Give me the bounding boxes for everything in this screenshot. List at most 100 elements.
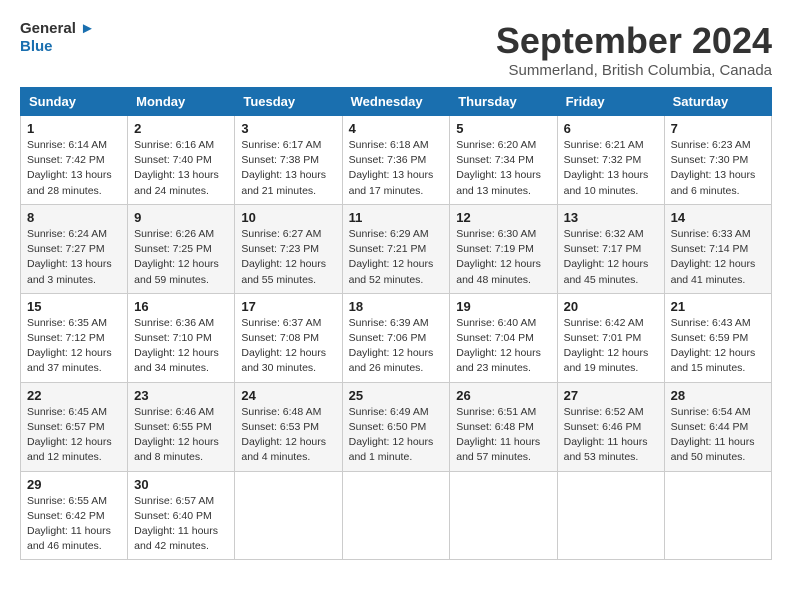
day-number: 6 xyxy=(564,121,658,136)
day-number: 22 xyxy=(27,388,121,403)
calendar-cell: 15 Sunrise: 6:35 AMSunset: 7:12 PMDayligh… xyxy=(21,293,128,382)
day-info: Sunrise: 6:20 AMSunset: 7:34 PMDaylight:… xyxy=(456,138,550,199)
day-info: Sunrise: 6:35 AMSunset: 7:12 PMDaylight:… xyxy=(27,316,121,377)
day-number: 1 xyxy=(27,121,121,136)
calendar-cell: 21 Sunrise: 6:43 AMSunset: 6:59 PMDayligh… xyxy=(664,293,771,382)
col-header-monday: Monday xyxy=(128,88,235,116)
day-info: Sunrise: 6:54 AMSunset: 6:44 PMDaylight:… xyxy=(671,405,765,466)
calendar-cell: 2 Sunrise: 6:16 AMSunset: 7:40 PMDaylight… xyxy=(128,116,235,205)
calendar-cell: 4 Sunrise: 6:18 AMSunset: 7:36 PMDaylight… xyxy=(342,116,450,205)
calendar-cell xyxy=(557,471,664,560)
calendar-table: SundayMondayTuesdayWednesdayThursdayFrid… xyxy=(20,87,772,560)
calendar-cell: 3 Sunrise: 6:17 AMSunset: 7:38 PMDaylight… xyxy=(235,116,342,205)
calendar-cell xyxy=(450,471,557,560)
calendar-cell xyxy=(235,471,342,560)
day-info: Sunrise: 6:55 AMSunset: 6:42 PMDaylight:… xyxy=(27,494,121,555)
title-block: September 2024 Summerland, British Colum… xyxy=(496,20,772,79)
day-info: Sunrise: 6:17 AMSunset: 7:38 PMDaylight:… xyxy=(241,138,335,199)
day-number: 26 xyxy=(456,388,550,403)
day-info: Sunrise: 6:37 AMSunset: 7:08 PMDaylight:… xyxy=(241,316,335,377)
calendar-cell xyxy=(664,471,771,560)
calendar-cell: 17 Sunrise: 6:37 AMSunset: 7:08 PMDayligh… xyxy=(235,293,342,382)
col-header-wednesday: Wednesday xyxy=(342,88,450,116)
day-info: Sunrise: 6:14 AMSunset: 7:42 PMDaylight:… xyxy=(27,138,121,199)
day-info: Sunrise: 6:40 AMSunset: 7:04 PMDaylight:… xyxy=(456,316,550,377)
calendar-cell: 29 Sunrise: 6:55 AMSunset: 6:42 PMDayligh… xyxy=(21,471,128,560)
col-header-thursday: Thursday xyxy=(450,88,557,116)
page-header: General ► Blue September 2024 Summerland… xyxy=(20,20,772,79)
day-info: Sunrise: 6:57 AMSunset: 6:40 PMDaylight:… xyxy=(134,494,228,555)
location-subtitle: Summerland, British Columbia, Canada xyxy=(496,62,772,79)
col-header-tuesday: Tuesday xyxy=(235,88,342,116)
calendar-cell: 20 Sunrise: 6:42 AMSunset: 7:01 PMDayligh… xyxy=(557,293,664,382)
calendar-cell: 24 Sunrise: 6:48 AMSunset: 6:53 PMDayligh… xyxy=(235,382,342,471)
calendar-cell: 1 Sunrise: 6:14 AMSunset: 7:42 PMDaylight… xyxy=(21,116,128,205)
day-number: 11 xyxy=(349,210,444,225)
calendar-cell: 14 Sunrise: 6:33 AMSunset: 7:14 PMDayligh… xyxy=(664,204,771,293)
col-header-sunday: Sunday xyxy=(21,88,128,116)
day-number: 17 xyxy=(241,299,335,314)
day-info: Sunrise: 6:16 AMSunset: 7:40 PMDaylight:… xyxy=(134,138,228,199)
calendar-cell: 16 Sunrise: 6:36 AMSunset: 7:10 PMDayligh… xyxy=(128,293,235,382)
day-number: 7 xyxy=(671,121,765,136)
calendar-cell: 28 Sunrise: 6:54 AMSunset: 6:44 PMDayligh… xyxy=(664,382,771,471)
day-number: 14 xyxy=(671,210,765,225)
day-info: Sunrise: 6:48 AMSunset: 6:53 PMDaylight:… xyxy=(241,405,335,466)
day-number: 15 xyxy=(27,299,121,314)
day-info: Sunrise: 6:26 AMSunset: 7:25 PMDaylight:… xyxy=(134,227,228,288)
calendar-cell: 11 Sunrise: 6:29 AMSunset: 7:21 PMDayligh… xyxy=(342,204,450,293)
calendar-cell: 10Sunrise: 6:27 AMSunset: 7:23 PMDayligh… xyxy=(235,204,342,293)
day-info: Sunrise: 6:21 AMSunset: 7:32 PMDaylight:… xyxy=(564,138,658,199)
day-info: Sunrise: 6:18 AMSunset: 7:36 PMDaylight:… xyxy=(349,138,444,199)
day-info: Sunrise: 6:52 AMSunset: 6:46 PMDaylight:… xyxy=(564,405,658,466)
day-info: Sunrise: 6:29 AMSunset: 7:21 PMDaylight:… xyxy=(349,227,444,288)
day-number: 12 xyxy=(456,210,550,225)
calendar-cell: 9 Sunrise: 6:26 AMSunset: 7:25 PMDaylight… xyxy=(128,204,235,293)
day-number: 5 xyxy=(456,121,550,136)
calendar-cell: 23 Sunrise: 6:46 AMSunset: 6:55 PMDayligh… xyxy=(128,382,235,471)
day-info: Sunrise: 6:42 AMSunset: 7:01 PMDaylight:… xyxy=(564,316,658,377)
calendar-cell: 5 Sunrise: 6:20 AMSunset: 7:34 PMDaylight… xyxy=(450,116,557,205)
day-number: 21 xyxy=(671,299,765,314)
calendar-cell: 8Sunrise: 6:24 AMSunset: 7:27 PMDaylight… xyxy=(21,204,128,293)
day-number: 9 xyxy=(134,210,228,225)
calendar-cell: 22 Sunrise: 6:45 AMSunset: 6:57 PMDayligh… xyxy=(21,382,128,471)
day-info: Sunrise: 6:45 AMSunset: 6:57 PMDaylight:… xyxy=(27,405,121,466)
day-info: Sunrise: 6:46 AMSunset: 6:55 PMDaylight:… xyxy=(134,405,228,466)
calendar-cell: 7Sunrise: 6:23 AMSunset: 7:30 PMDaylight… xyxy=(664,116,771,205)
logo-text: General ► Blue xyxy=(20,20,95,56)
calendar-cell: 30 Sunrise: 6:57 AMSunset: 6:40 PMDayligh… xyxy=(128,471,235,560)
day-number: 29 xyxy=(27,477,121,492)
day-info: Sunrise: 6:32 AMSunset: 7:17 PMDaylight:… xyxy=(564,227,658,288)
calendar-cell xyxy=(342,471,450,560)
day-info: Sunrise: 6:51 AMSunset: 6:48 PMDaylight:… xyxy=(456,405,550,466)
day-info: Sunrise: 6:36 AMSunset: 7:10 PMDaylight:… xyxy=(134,316,228,377)
day-info: Sunrise: 6:24 AMSunset: 7:27 PMDaylight:… xyxy=(27,227,121,288)
day-number: 3 xyxy=(241,121,335,136)
day-number: 30 xyxy=(134,477,228,492)
day-number: 25 xyxy=(349,388,444,403)
col-header-friday: Friday xyxy=(557,88,664,116)
day-info: Sunrise: 6:49 AMSunset: 6:50 PMDaylight:… xyxy=(349,405,444,466)
day-number: 4 xyxy=(349,121,444,136)
day-number: 13 xyxy=(564,210,658,225)
day-info: Sunrise: 6:43 AMSunset: 6:59 PMDaylight:… xyxy=(671,316,765,377)
day-info: Sunrise: 6:39 AMSunset: 7:06 PMDaylight:… xyxy=(349,316,444,377)
day-number: 24 xyxy=(241,388,335,403)
month-title: September 2024 xyxy=(496,20,772,62)
calendar-cell: 27 Sunrise: 6:52 AMSunset: 6:46 PMDayligh… xyxy=(557,382,664,471)
calendar-cell: 13 Sunrise: 6:32 AMSunset: 7:17 PMDayligh… xyxy=(557,204,664,293)
col-header-saturday: Saturday xyxy=(664,88,771,116)
day-info: Sunrise: 6:30 AMSunset: 7:19 PMDaylight:… xyxy=(456,227,550,288)
day-info: Sunrise: 6:33 AMSunset: 7:14 PMDaylight:… xyxy=(671,227,765,288)
day-number: 27 xyxy=(564,388,658,403)
day-number: 23 xyxy=(134,388,228,403)
calendar-cell: 12 Sunrise: 6:30 AMSunset: 7:19 PMDayligh… xyxy=(450,204,557,293)
day-number: 28 xyxy=(671,388,765,403)
day-number: 16 xyxy=(134,299,228,314)
calendar-cell: 6 Sunrise: 6:21 AMSunset: 7:32 PMDaylight… xyxy=(557,116,664,205)
day-number: 20 xyxy=(564,299,658,314)
day-number: 2 xyxy=(134,121,228,136)
calendar-cell: 26 Sunrise: 6:51 AMSunset: 6:48 PMDayligh… xyxy=(450,382,557,471)
day-number: 18 xyxy=(349,299,444,314)
